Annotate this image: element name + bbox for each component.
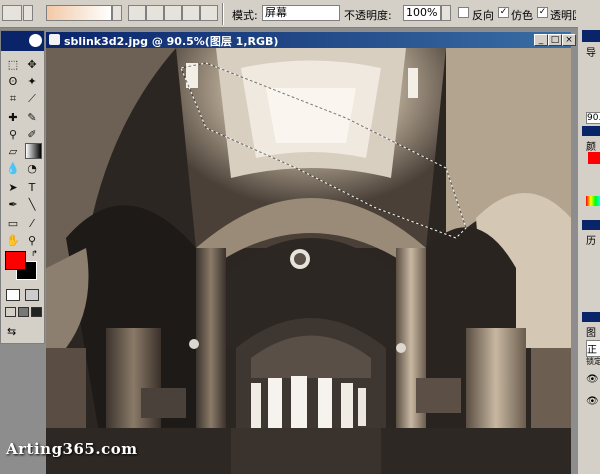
mode-select[interactable]: 屏幕 — [262, 5, 340, 21]
swap-colors-icon[interactable]: ↱ — [31, 249, 38, 258]
opacity-input[interactable]: 100% — [403, 5, 441, 21]
radial-gradient-button[interactable] — [146, 5, 164, 21]
shape-tool-icon[interactable]: ╲ — [25, 198, 39, 212]
pen-tool-icon[interactable]: ✒ — [6, 198, 20, 212]
gradient-dropdown-arrow[interactable] — [112, 5, 122, 21]
preset-dropdown-arrow[interactable] — [23, 5, 33, 21]
transparency-checkbox[interactable]: ✓ — [537, 7, 548, 18]
linear-gradient-button[interactable] — [128, 5, 146, 21]
minimize-button[interactable]: _ — [534, 34, 548, 46]
layer-visibility-eye-icon-2[interactable]: 👁 — [586, 396, 599, 407]
mode-label: 模式: — [232, 9, 258, 22]
navigator-tab[interactable]: 导 — [586, 44, 596, 59]
color-palette-header[interactable] — [582, 126, 600, 136]
reflected-gradient-button[interactable] — [182, 5, 200, 21]
gradient-tool-preset-button[interactable] — [2, 5, 22, 21]
toolbox: ⬚ ✥ ʘ ✦ ⌗ ⟋ ✚ ✎ ⚲ ✐ ▱ 💧 ◔ ➤ T ✒ ╲ ▭ ⁄ ✋ … — [0, 30, 45, 344]
dither-checkbox[interactable]: ✓ — [498, 7, 509, 18]
layers-tab[interactable]: 图 — [586, 324, 596, 339]
document-icon — [49, 34, 60, 45]
path-selection-tool-icon[interactable]: ➤ — [6, 181, 20, 195]
layer-visibility-eye-icon[interactable]: 👁 — [586, 374, 599, 385]
transparency-label: 透明区域 — [550, 9, 576, 22]
dither-label: 仿色 — [511, 9, 533, 22]
diamond-gradient-button[interactable] — [200, 5, 218, 21]
full-screen-mode-icon[interactable] — [31, 307, 42, 317]
type-tool-icon[interactable]: T — [25, 181, 39, 195]
maximize-button[interactable]: □ — [548, 34, 562, 46]
history-palette-header[interactable] — [582, 220, 600, 230]
eraser-tool-icon[interactable]: ▱ — [6, 145, 20, 159]
opacity-dropdown-arrow[interactable] — [441, 5, 451, 21]
blur-tool-icon[interactable]: 💧 — [6, 162, 20, 176]
color-ramp[interactable] — [586, 196, 600, 206]
document-canvas[interactable] — [46, 48, 571, 474]
jump-to-imageready-icon[interactable]: ⇆ — [7, 325, 16, 338]
toolbox-header[interactable] — [1, 31, 44, 51]
full-screen-menu-mode-icon[interactable] — [18, 307, 29, 317]
watermark: Arting365.com — [6, 440, 138, 458]
zoom-tool-icon[interactable]: ⚲ — [25, 234, 39, 248]
slice-tool-icon[interactable]: ⟋ — [25, 92, 39, 106]
quick-mask-mode-icon[interactable] — [25, 289, 39, 301]
gradient-tool-icon[interactable] — [25, 143, 42, 159]
reverse-checkbox[interactable] — [458, 7, 469, 18]
cathedral-photo — [46, 48, 571, 474]
standard-mode-icon[interactable] — [6, 289, 20, 301]
healing-brush-tool-icon[interactable]: ✚ — [6, 111, 20, 125]
move-tool-icon[interactable]: ✥ — [25, 58, 39, 72]
toolbar-separator — [222, 3, 224, 25]
brush-tool-icon[interactable]: ✎ — [25, 111, 39, 125]
lock-label: 锁定 — [586, 357, 600, 366]
angle-gradient-button[interactable] — [164, 5, 182, 21]
foreground-color-swatch[interactable] — [5, 251, 26, 270]
document-title: sblink3d2.jpg @ 90.5%(图层 1,RGB) — [64, 35, 279, 48]
hand-tool-icon[interactable]: ✋ — [6, 234, 20, 248]
lasso-tool-icon[interactable]: ʘ — [6, 75, 20, 89]
dodge-tool-icon[interactable]: ◔ — [25, 162, 39, 176]
standard-screen-mode-icon[interactable] — [5, 307, 16, 317]
options-bar: 模式: 屏幕 不透明度: 100% 反向 ✓ 仿色 ✓ 透明区域 文件 — [0, 0, 600, 28]
layer-blend-mode-select[interactable]: 正 — [586, 340, 600, 357]
history-tab[interactable]: 历 — [586, 232, 596, 247]
history-brush-tool-icon[interactable]: ✐ — [25, 128, 39, 142]
gradient-preview-field[interactable] — [46, 5, 112, 21]
color-tab[interactable]: 颜 — [586, 138, 596, 153]
magic-wand-tool-icon[interactable]: ✦ — [25, 75, 39, 89]
photoshop-eye-icon — [29, 34, 42, 47]
marquee-tool-icon[interactable]: ⬚ — [6, 58, 20, 72]
crop-tool-icon[interactable]: ⌗ — [6, 92, 20, 106]
clone-stamp-tool-icon[interactable]: ⚲ — [6, 128, 20, 142]
notes-tool-icon[interactable]: ▭ — [6, 217, 20, 231]
opacity-label: 不透明度: — [344, 9, 392, 22]
navigator-palette-header[interactable] — [582, 30, 600, 42]
document-titlebar[interactable]: sblink3d2.jpg @ 90.5%(图层 1,RGB) _ □ × — [46, 32, 576, 48]
navigator-zoom-field[interactable]: 90. — [586, 112, 600, 124]
color-palette-swatch[interactable] — [588, 152, 600, 164]
layers-palette-header[interactable] — [582, 312, 600, 322]
eyedropper-tool-icon[interactable]: ⁄ — [25, 217, 39, 231]
reverse-label: 反向 — [472, 9, 494, 22]
close-button[interactable]: × — [562, 34, 576, 46]
